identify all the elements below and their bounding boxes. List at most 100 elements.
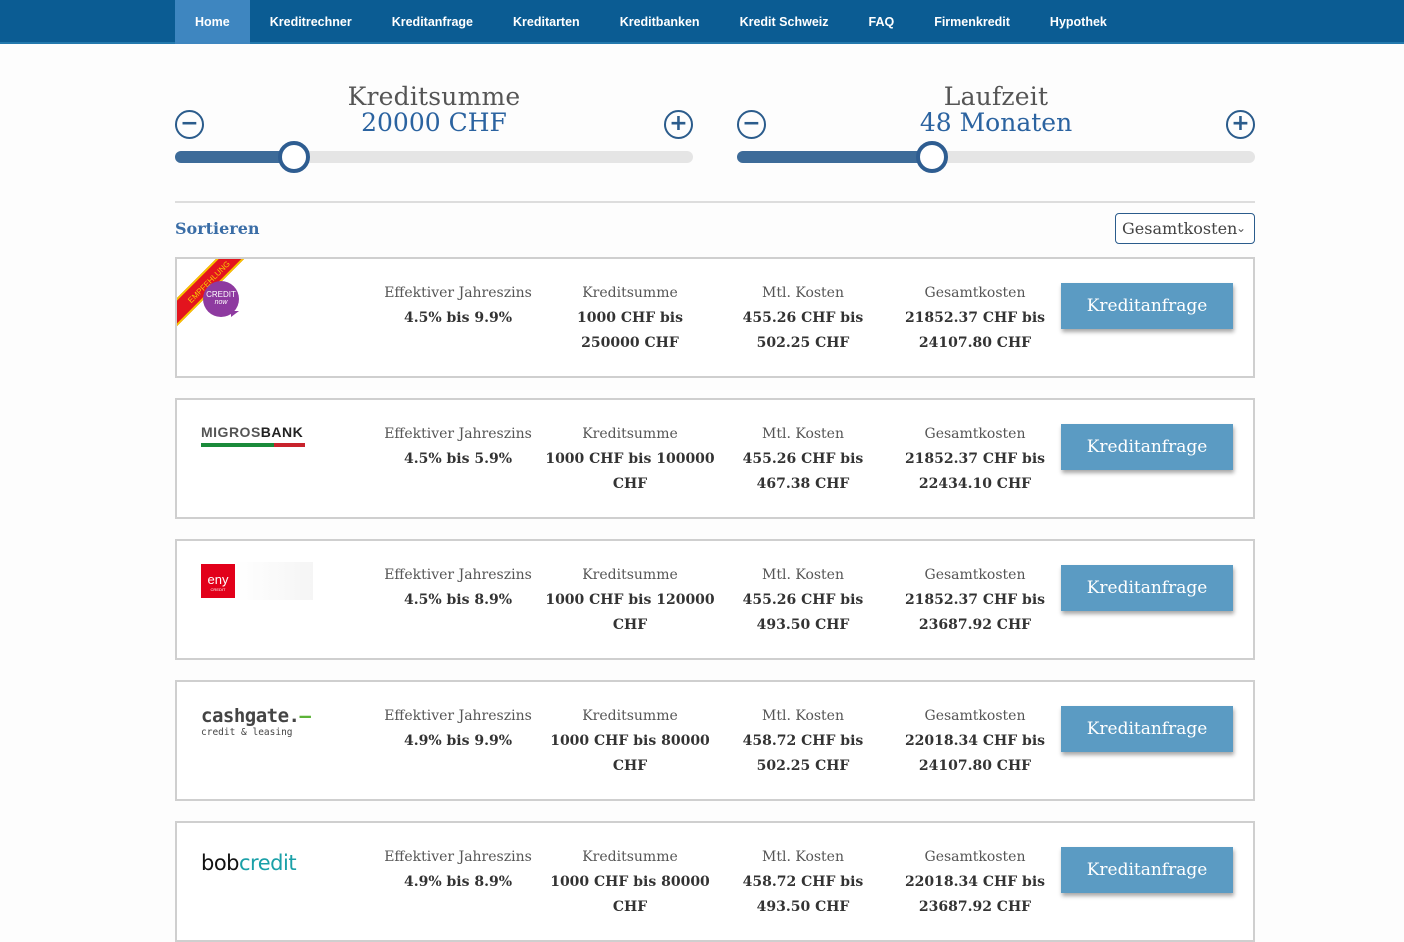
offer-interest-rate-value: 4.5% bis 5.9% <box>368 447 548 472</box>
offer-interest-rate-value-line: 4.5% bis 9.9% <box>403 310 513 326</box>
offer-monthly-cost-value-line: 493.50 CHF <box>756 617 850 633</box>
offer-loan-amount-label: Kreditsumme <box>582 567 678 583</box>
nav-item-faq[interactable]: FAQ <box>849 0 915 44</box>
offer-total-cost-label: Gesamtkosten <box>924 849 1026 865</box>
migrosbank-logo-part2: BANK <box>260 424 304 440</box>
amount-slider-block: Kreditsumme 20000 CHF − + <box>175 80 693 180</box>
offer-total-cost-value-line: 22018.34 CHF bis <box>904 874 1046 890</box>
nav-item-kreditarten[interactable]: Kreditarten <box>493 0 600 44</box>
term-slider-track[interactable] <box>737 141 1255 173</box>
kreditanfrage-button[interactable]: Kreditanfrage <box>1061 424 1233 470</box>
cashgate-logo-main: cashgate. <box>201 705 300 727</box>
amount-slider-track[interactable] <box>175 141 693 173</box>
creditnow-bubble-tail <box>231 311 239 317</box>
amount-decrease-button[interactable]: − <box>175 110 204 139</box>
offer-loan-amount-value-line: 1000 CHF bis <box>576 310 683 326</box>
term-slider-handle[interactable] <box>916 141 949 173</box>
eny-logo-text: eny <box>207 572 229 587</box>
kreditanfrage-button[interactable]: Kreditanfrage <box>1061 847 1233 893</box>
offer-interest-rate-label: Effektiver Jahreszins <box>384 849 532 865</box>
migrosbank-logo-text: MIGROSBANK <box>201 424 311 440</box>
term-slider-value: 48 Monaten <box>919 108 1073 137</box>
migrosbank-logo-bar <box>201 443 305 447</box>
nav-item-hypothek[interactable]: Hypothek <box>1030 0 1127 44</box>
offer-loan-amount-value: 1000 CHF bis 120000 CHF <box>540 588 720 638</box>
nav-item-firmenkredit[interactable]: Firmenkredit <box>914 0 1030 44</box>
offer-total-cost-label: Gesamtkosten <box>924 567 1026 583</box>
nav-item-kreditanfrage[interactable]: Kreditanfrage <box>372 0 493 44</box>
top-navigation: Home Kreditrechner Kreditanfrage Kreditarte… <box>0 0 1404 44</box>
offer-card: MIGROSBANK Effektiver Jahreszins 4.5% bis … <box>175 398 1255 519</box>
eny-logo: eny CREDIT <box>201 562 313 600</box>
offer-monthly-cost: Mtl. Kosten 455.26 CHF bis 467.38 CHF <box>713 425 893 497</box>
cashgate-logo-text: cashgate.– <box>201 705 311 727</box>
migrosbank-logo: MIGROSBANK <box>201 424 311 450</box>
offer-interest-rate: Effektiver Jahreszins 4.5% bis 5.9% <box>368 425 548 472</box>
minus-icon: − <box>180 110 199 136</box>
nav-item-home[interactable]: Home <box>175 0 250 44</box>
offer-monthly-cost-value-line: 455.26 CHF bis <box>742 451 864 467</box>
sort-label: Sortieren <box>175 219 260 238</box>
sort-selected-value: Gesamtkosten <box>1122 219 1238 238</box>
offer-total-cost-value: 21852.37 CHF bis 22434.10 CHF <box>885 447 1065 497</box>
offer-interest-rate-label: Effektiver Jahreszins <box>384 426 532 442</box>
kreditanfrage-button[interactable]: Kreditanfrage <box>1061 283 1233 329</box>
offer-monthly-cost-value-line: 455.26 CHF bis <box>742 592 864 608</box>
nav-item-kreditrechner[interactable]: Kreditrechner <box>250 0 372 44</box>
offer-monthly-cost-value-line: 458.72 CHF bis <box>742 733 864 749</box>
offer-total-cost: Gesamtkosten 22018.34 CHF bis 23687.92 CHF <box>885 848 1065 920</box>
nav-item-kreditbanken[interactable]: Kreditbanken <box>600 0 720 44</box>
offer-total-cost-value-line: 21852.37 CHF bis <box>904 310 1046 326</box>
amount-increase-button[interactable]: + <box>664 110 693 139</box>
term-decrease-button[interactable]: − <box>737 110 766 139</box>
offer-monthly-cost: Mtl. Kosten 455.26 CHF bis 493.50 CHF <box>713 566 893 638</box>
offer-total-cost-value: 22018.34 CHF bis 23687.92 CHF <box>885 870 1065 920</box>
offer-monthly-cost-value: 455.26 CHF bis 467.38 CHF <box>713 447 893 497</box>
offer-card: cashgate.– credit & leasing Effektiver Jah… <box>175 680 1255 801</box>
offer-monthly-cost-value: 458.72 CHF bis 502.25 CHF <box>713 729 893 779</box>
offer-loan-amount: Kreditsumme 1000 CHF bis 120000 CHF <box>540 566 720 638</box>
creditnow-logo: EMPFEHLUNG CREDIT now <box>177 259 257 334</box>
offer-loan-amount-value: 1000 CHF bis 80000 CHF <box>540 870 720 920</box>
creditnow-logo-text: CREDIT <box>206 290 236 299</box>
offer-total-cost-value-line: 23687.92 CHF <box>918 899 1032 915</box>
eny-logo-square: eny CREDIT <box>201 564 235 598</box>
offer-total-cost-value: 21852.37 CHF bis 23687.92 CHF <box>885 588 1065 638</box>
term-slider-fill <box>737 151 933 163</box>
amount-slider-fill <box>175 151 294 163</box>
nav-item-kredit-schweiz[interactable]: Kredit Schweiz <box>720 0 849 44</box>
offer-total-cost-value-line: 21852.37 CHF bis <box>904 451 1046 467</box>
offer-total-cost-value-line: 22434.10 CHF <box>918 476 1032 492</box>
amount-slider-value: 20000 CHF <box>361 108 507 137</box>
bobcredit-logo-part2: credit <box>239 851 297 875</box>
kreditanfrage-button[interactable]: Kreditanfrage <box>1061 706 1233 752</box>
minus-icon: − <box>742 110 761 136</box>
offer-monthly-cost-value: 455.26 CHF bis 493.50 CHF <box>713 588 893 638</box>
offer-loan-amount-value: 1000 CHF bis 250000 CHF <box>540 306 720 356</box>
offer-total-cost-value-line: 22018.34 CHF bis <box>904 733 1046 749</box>
cashgate-logo: cashgate.– credit & leasing <box>201 705 311 741</box>
sort-select[interactable]: Gesamtkosten ⌄ <box>1115 213 1255 244</box>
offer-interest-rate: Effektiver Jahreszins 4.5% bis 8.9% <box>368 566 548 613</box>
offer-total-cost-value-line: 24107.80 CHF <box>918 758 1032 774</box>
kreditanfrage-button[interactable]: Kreditanfrage <box>1061 565 1233 611</box>
nav-menu: Home Kreditrechner Kreditanfrage Kreditarte… <box>175 0 1127 44</box>
offer-loan-amount-value: 1000 CHF bis 100000 CHF <box>540 447 720 497</box>
offer-loan-amount-label: Kreditsumme <box>582 285 678 301</box>
term-increase-button[interactable]: + <box>1226 110 1255 139</box>
offer-monthly-cost-label: Mtl. Kosten <box>762 849 844 865</box>
offer-monthly-cost-value-line: 455.26 CHF bis <box>742 310 864 326</box>
offer-interest-rate: Effektiver Jahreszins 4.9% bis 8.9% <box>368 848 548 895</box>
offer-total-cost: Gesamtkosten 21852.37 CHF bis 23687.92 CHF <box>885 566 1065 638</box>
amount-slider-title: Kreditsumme <box>347 82 521 111</box>
offer-loan-amount-value-line: 1000 CHF bis 100000 CHF <box>545 451 715 492</box>
amount-slider-handle[interactable] <box>277 141 310 173</box>
offer-total-cost-value-line: 24107.80 CHF <box>918 335 1032 351</box>
chevron-down-icon: ⌄ <box>1235 221 1246 235</box>
offer-monthly-cost-label: Mtl. Kosten <box>762 285 844 301</box>
bobcredit-logo: bobcredit <box>201 849 311 879</box>
offer-loan-amount: Kreditsumme 1000 CHF bis 80000 CHF <box>540 848 720 920</box>
offer-loan-amount: Kreditsumme 1000 CHF bis 250000 CHF <box>540 284 720 356</box>
term-slider-block: Laufzeit 48 Monaten − + <box>737 80 1255 180</box>
offer-interest-rate-value-line: 4.9% bis 9.9% <box>403 733 513 749</box>
